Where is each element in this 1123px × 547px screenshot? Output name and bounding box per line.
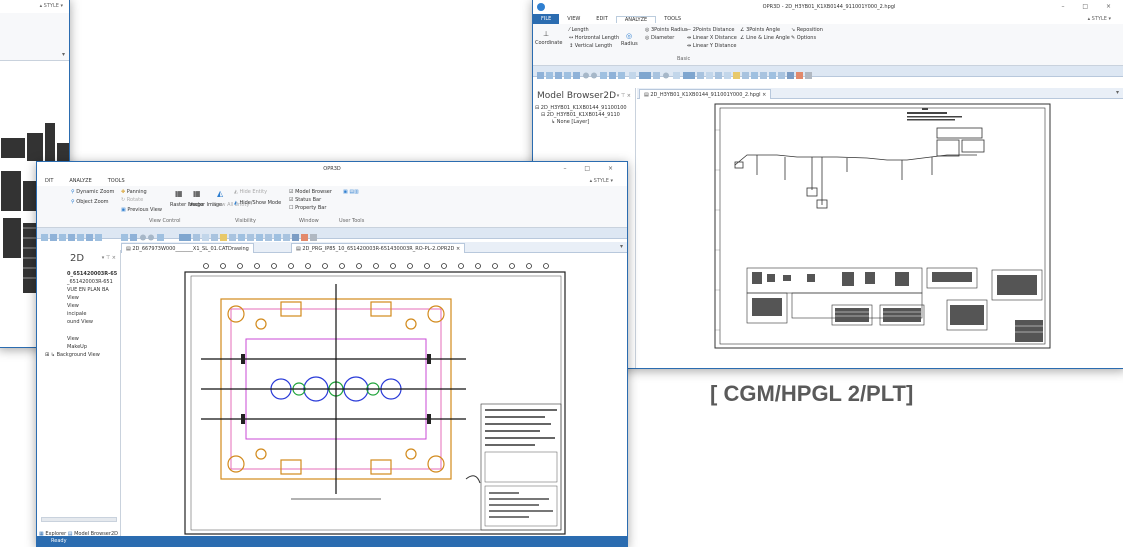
analyze-ribbon: ⊥ Coordinate ⁄ Length ↔ Horizontal Lengt… — [533, 24, 1123, 66]
back-ribbon: ▾ — [0, 13, 69, 61]
panel-title: 2D — [70, 253, 85, 264]
menu-analyze[interactable]: ANALYZE — [615, 15, 657, 23]
hpgl-drawing-canvas[interactable] — [637, 100, 1123, 362]
tree-item[interactable]: View — [67, 336, 79, 342]
status-bar-checkbox[interactable]: ☑ Status Bar — [289, 197, 321, 203]
hide-entity-button[interactable]: ◭ Hide Entity — [234, 189, 267, 195]
document-tabs: ▤ 2D_H3YB01_K1XB0144_911001Y000_2.hpgl ×… — [637, 88, 1123, 99]
view-ribbon: ⚲ Dynamic Zoom ⚲ Object Zoom ✥ Panning ↻… — [37, 186, 627, 228]
panel-pin-icon[interactable]: ▾ ⊤ × — [617, 93, 631, 99]
property-bar-checkbox[interactable]: ☐ Property Bar — [289, 205, 326, 211]
tab-hpgl-document[interactable]: ▤ 2D_H3YB01_K1XB0144_911001Y000_2.hpgl × — [639, 89, 772, 99]
back-window-titlebar: ▴ STYLE ▾ — [0, 0, 69, 13]
format-caption: [ CGM/HPGL 2/PLT] — [710, 381, 914, 406]
hpgl-drawing-sheet — [714, 103, 1051, 349]
opr2d-drawing-sheet — [184, 263, 566, 535]
status-text: Ready — [51, 538, 67, 544]
raster-image-icon: ▦ — [175, 189, 183, 198]
window-title: OPR3D - 2D_H3YB01_K1XB0144_911001Y000_2.… — [762, 4, 896, 10]
opr2d-window: OPR3D – □ × DIT ANALYZE TOOLS ▴ STYLE ▾ … — [36, 161, 628, 547]
quick-toolbar — [533, 66, 1123, 79]
rotate-button[interactable]: ↻ Rotate — [121, 197, 143, 203]
menu-edit[interactable]: DIT — [37, 178, 61, 184]
tree-item[interactable]: ound View — [67, 319, 93, 325]
hide-show-mode-button[interactable]: ◭ Hide/Show Mode — [234, 200, 281, 206]
coordinate-button[interactable]: Coordinate — [535, 40, 562, 46]
style-menu[interactable]: ▴ STYLE ▾ — [582, 178, 621, 184]
style-menu[interactable]: ▴ STYLE ▾ — [40, 0, 63, 13]
window-controls[interactable]: – □ × — [563, 162, 621, 176]
menu-edit[interactable]: EDIT — [588, 16, 616, 22]
ribbon-group-visibility: Visibility — [235, 218, 256, 224]
linear-y-distance-button[interactable]: ⇹ Linear Y Distance — [687, 43, 736, 49]
tree-item[interactable]: ⊟ 2D_H3YB01_K1XB0144_91100100 — [535, 105, 627, 111]
ribbon-group-basic: Basic — [677, 56, 691, 62]
diameter-button[interactable]: ◎ Diameter — [645, 35, 674, 41]
tab-opr2d[interactable]: ▤ 2D_PRG_IP85_10_651420003R-651430003R_R… — [291, 243, 466, 253]
line-line-angle-button[interactable]: ∠ Line & Line Angle — [740, 35, 790, 41]
tree-item[interactable]: ↳ None [Layer] — [551, 119, 589, 125]
menu-view[interactable]: VIEW — [559, 16, 588, 22]
radius-button[interactable]: Radius — [621, 41, 638, 47]
tree-item[interactable]: incipale — [67, 311, 86, 317]
quick-toolbar — [37, 228, 627, 241]
ribbon-collapse-icon[interactable]: ▾ — [62, 51, 65, 58]
menu-bar: FILE VIEW EDIT ANALYZE TOOLS ▴ STYLE ▾ — [533, 14, 1123, 24]
menu-file[interactable]: FILE — [533, 14, 560, 24]
document-tabs: ▤ 2D_667973W000_______X1_SL_01.CATDrawin… — [121, 242, 627, 253]
two-points-distance-button[interactable]: ⌐ 2Points Distance — [687, 27, 734, 33]
radius-icon: ◎ — [626, 32, 633, 40]
opr2d-window-titlebar: OPR3D – □ × — [37, 162, 627, 176]
ribbon-group-user-tools: User Tools — [339, 218, 365, 224]
linear-x-distance-button[interactable]: ⇹ Linear X Distance — [687, 35, 737, 41]
tree-item[interactable]: _651420003R-651 — [67, 279, 113, 285]
tab-dropdown-icon[interactable]: ▾ — [1116, 89, 1119, 96]
horizontal-length-button[interactable]: ↔ Horizontal Length — [569, 35, 619, 41]
tree-item[interactable]: MakeUp — [67, 344, 87, 350]
quick-toolbar-icons[interactable] — [533, 70, 1123, 81]
hpgl-window-titlebar: OPR3D - 2D_H3YB01_K1XB0144_911001Y000_2.… — [533, 0, 1123, 14]
tree-item[interactable]: ⊞ ↳ Background View — [45, 352, 100, 358]
show-all-entity-icon: ◭ — [217, 189, 224, 198]
window-controls[interactable]: – □ × — [1061, 0, 1119, 14]
object-zoom-button[interactable]: ⚲ Object Zoom — [71, 199, 109, 205]
panel-pin-icon[interactable]: ▾ ⊤ × — [102, 255, 116, 261]
model-browser-panel: 2D ▾ ⊤ × 0_651420003R-65 _651420003R-651… — [37, 250, 121, 546]
menu-bar: DIT ANALYZE TOOLS ▴ STYLE ▾ — [37, 176, 627, 186]
three-points-angle-button[interactable]: ∠ 3Points Angle — [740, 27, 780, 33]
vector-image-icon: ▦ — [193, 189, 201, 198]
style-menu[interactable]: ▴ STYLE ▾ — [1080, 16, 1119, 22]
tab-catdrawing[interactable]: ▤ 2D_667973W000_______X1_SL_01.CATDrawin… — [121, 243, 254, 253]
dynamic-zoom-button[interactable]: ⚲ Dynamic Zoom — [71, 189, 114, 195]
tree-item[interactable]: View — [67, 295, 79, 301]
options-button[interactable]: ✎ Options — [791, 35, 816, 41]
ribbon-group-view-control: View Control — [149, 218, 181, 224]
tree-item[interactable]: 0_651420003R-65 — [67, 271, 117, 277]
reposition-button[interactable]: ↘ Reposition — [791, 27, 823, 33]
menu-analyze[interactable]: ANALYZE — [61, 178, 99, 184]
panel-scrollbar[interactable] — [41, 517, 117, 522]
panning-button[interactable]: ✥ Panning — [121, 189, 147, 195]
menu-tools[interactable]: TOOLS — [656, 16, 689, 22]
model-browser-checkbox[interactable]: ☑ Model Browser — [289, 189, 332, 195]
tree-item[interactable]: View — [67, 303, 79, 309]
menu-tools[interactable]: TOOLS — [100, 178, 133, 184]
coordinate-icon: ⊥ — [543, 30, 550, 38]
tab-dropdown-icon[interactable]: ▾ — [620, 243, 623, 250]
length-button[interactable]: ⁄ Length — [569, 27, 589, 33]
opr2d-drawing-canvas[interactable] — [121, 254, 627, 538]
user-tools-icon[interactable]: ▣ ▤▥ — [343, 189, 359, 195]
ribbon-group-window: Window — [299, 218, 319, 224]
panel-title: Model Browser2D — [537, 91, 617, 101]
window-title: OPR3D — [323, 166, 341, 172]
three-points-radius-button[interactable]: ◎ 3Points Radius — [645, 27, 688, 33]
tree-item[interactable]: ⊟ 2D_H3YB01_K1XB0144_9110 — [541, 112, 620, 118]
vertical-length-button[interactable]: ↕ Vertical Length — [569, 43, 612, 49]
tree-item[interactable]: VUE EN PLAN BA — [67, 287, 109, 293]
previous-view-button[interactable]: ▣ Previous View — [121, 207, 162, 213]
app-logo-icon — [537, 3, 545, 11]
